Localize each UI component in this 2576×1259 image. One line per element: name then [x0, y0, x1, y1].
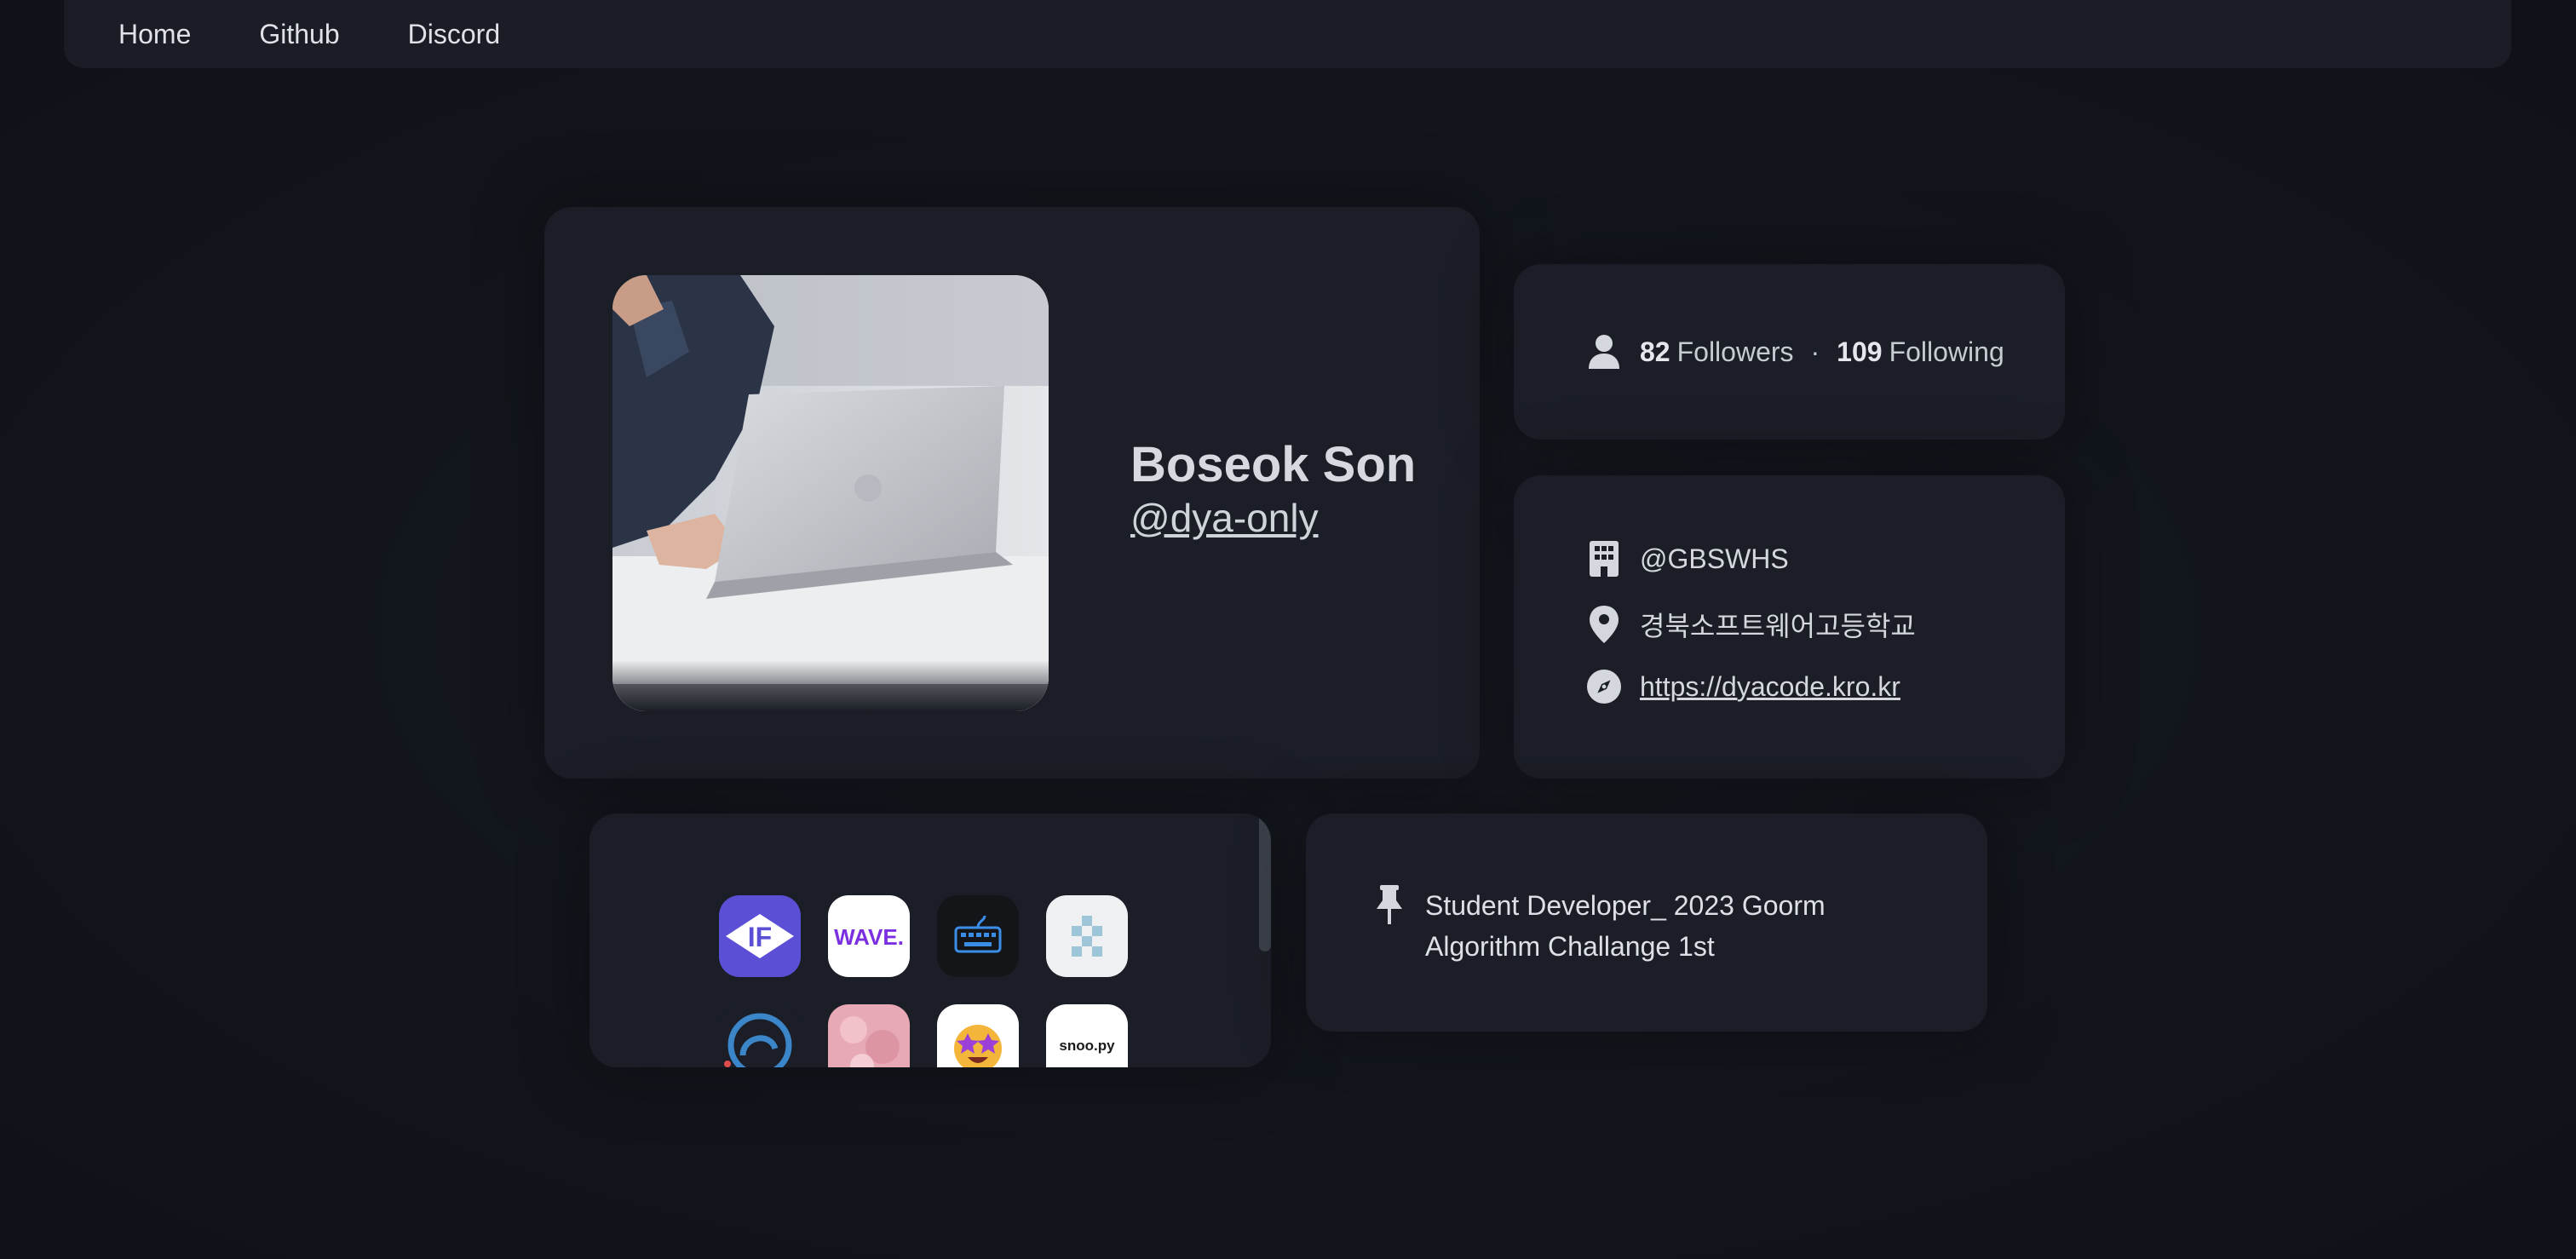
info-card: @GBSWHS 경북소프트웨어고등학교 https://dyacode.kro.… — [1514, 475, 2065, 779]
avatar-photo — [612, 275, 1049, 711]
pin-icon — [1372, 885, 1406, 924]
location-text: 경북소프트웨어고등학교 — [1640, 611, 1916, 641]
apps-scrollbar[interactable] — [1259, 813, 1271, 1067]
person-icon — [1587, 335, 1621, 369]
app-grid: IF WAVE. snoo.py — [719, 895, 1128, 1067]
nav-github-link[interactable]: Github — [259, 19, 339, 50]
if-app-icon[interactable]: IF — [719, 895, 801, 977]
website-row: https://dyacode.kro.kr — [1587, 670, 1900, 704]
location-pin-icon — [1587, 606, 1621, 643]
followers-count: 82 — [1640, 336, 1670, 367]
website-link[interactable]: https://dyacode.kro.kr — [1640, 671, 1900, 703]
pink-app-icon[interactable] — [828, 1004, 910, 1067]
followers-row: 82 Followers · 109 Following — [1587, 335, 2004, 369]
wave-app-icon[interactable]: WAVE. — [828, 895, 910, 977]
nav-home-link[interactable]: Home — [118, 19, 191, 50]
snoopy-app-label: snoo.py — [1059, 1038, 1115, 1054]
svg-text:IF: IF — [748, 922, 772, 952]
nav-discord-link[interactable]: Discord — [408, 19, 500, 50]
wave-app-label: WAVE. — [834, 924, 904, 950]
name-block: Boseok Son @dya-only — [1130, 437, 1416, 543]
profile-card: Boseok Son @dya-only — [544, 207, 1480, 779]
display-name: Boseok Son — [1130, 437, 1417, 492]
organization-row: @GBSWHS — [1587, 541, 1789, 577]
star-eyes-app-icon[interactable] — [937, 1004, 1019, 1067]
location-row: 경북소프트웨어고등학교 — [1587, 605, 1916, 644]
swirl-app-icon[interactable] — [719, 1004, 801, 1067]
pinned-row: Student Developer_ 2023 Goorm Algorithm … — [1372, 885, 1902, 967]
followers-label[interactable]: Followers — [1677, 336, 1794, 368]
pinned-text: Student Developer_ 2023 Goorm Algorithm … — [1425, 890, 1826, 962]
separator-dot: · — [1810, 336, 1820, 367]
apps-card: IF WAVE. snoo.py — [589, 813, 1271, 1067]
apps-scroll-thumb[interactable] — [1259, 813, 1271, 951]
top-navbar: Home Github Discord — [64, 0, 2511, 68]
snoopy-app-icon[interactable]: snoo.py — [1046, 1004, 1128, 1067]
username-link[interactable]: @dya-only — [1130, 494, 1416, 543]
organization-text: @GBSWHS — [1640, 543, 1789, 574]
compass-icon — [1587, 670, 1621, 704]
following-count: 109 — [1837, 336, 1883, 367]
avatar — [612, 275, 1049, 711]
followers-card: 82 Followers · 109 Following — [1514, 264, 2065, 440]
pinned-card: Student Developer_ 2023 Goorm Algorithm … — [1306, 813, 1987, 1032]
following-label[interactable]: Following — [1889, 336, 2004, 368]
building-icon — [1587, 541, 1621, 577]
keyboard-app-icon[interactable] — [937, 895, 1019, 977]
checker-app-icon[interactable] — [1046, 895, 1128, 977]
